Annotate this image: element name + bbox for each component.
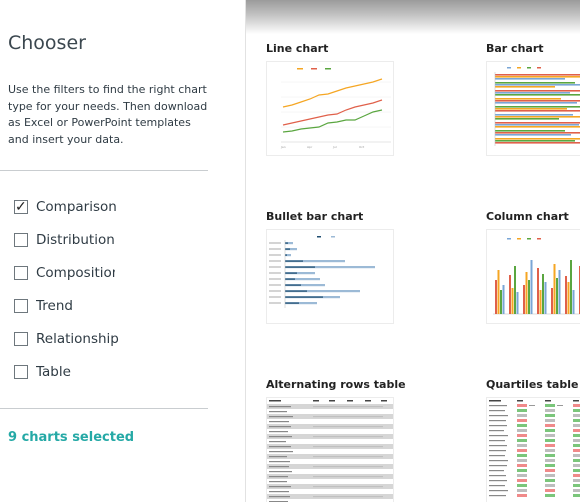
filter-list: ✓ Comparison Distribution Composition Tr…: [14, 190, 210, 388]
filter-table[interactable]: Table: [14, 355, 210, 388]
alternating-rows-table-thumbnail-icon[interactable]: [266, 397, 394, 502]
filter-composition[interactable]: Composition: [14, 256, 210, 289]
filter-label: Table: [36, 363, 71, 380]
bar-chart-thumbnail-icon[interactable]: [486, 61, 580, 156]
line-chart-thumbnail-icon[interactable]: Jan Apr Jul Oct: [266, 61, 394, 156]
svg-text:Apr: Apr: [307, 145, 313, 149]
card-title: Bar chart: [486, 42, 544, 55]
divider: [0, 170, 208, 171]
chooser-sidebar: Chooser Use the filters to find the righ…: [0, 0, 216, 502]
card-alternating-rows-table[interactable]: Alternating rows table: [266, 378, 406, 502]
card-bar-chart[interactable]: Bar chart: [486, 42, 580, 156]
page-title: Chooser: [8, 32, 86, 54]
card-title: Quartiles table: [486, 378, 579, 391]
comparison-checkbox[interactable]: ✓: [14, 197, 28, 214]
composition-checkbox[interactable]: [14, 265, 28, 280]
filter-label: Distribution: [36, 231, 115, 248]
filter-label: Comparison: [36, 198, 117, 215]
bullet-bar-chart-thumbnail-icon[interactable]: [266, 229, 394, 324]
chooser-description: Use the filters to find the right chart …: [8, 83, 208, 146]
divider: [0, 408, 208, 409]
card-quartiles-table[interactable]: Quartiles table: [486, 378, 580, 502]
table-checkbox[interactable]: [14, 364, 28, 379]
quartiles-table-thumbnail-icon[interactable]: [486, 397, 580, 502]
svg-text:Jan: Jan: [280, 145, 286, 149]
card-bullet-bar-chart[interactable]: Bullet bar chart: [266, 210, 394, 324]
card-column-chart[interactable]: Column chart: [486, 210, 580, 324]
card-title: Line chart: [266, 42, 329, 55]
filter-distribution[interactable]: Distribution: [14, 223, 210, 256]
card-line-chart[interactable]: Line chart Jan Apr Jul Oct: [266, 42, 394, 156]
card-title: Alternating rows table: [266, 378, 406, 391]
filter-label: Trend: [36, 297, 73, 314]
card-title: Bullet bar chart: [266, 210, 364, 223]
svg-text:Jul: Jul: [332, 145, 337, 149]
gallery-header-band: [246, 0, 580, 34]
relationship-checkbox[interactable]: [14, 331, 28, 346]
svg-text:Oct: Oct: [359, 145, 365, 149]
filter-label: Relationship: [36, 330, 119, 347]
filter-comparison[interactable]: ✓ Comparison: [14, 190, 210, 223]
trend-checkbox[interactable]: [14, 298, 28, 313]
column-chart-thumbnail-icon[interactable]: [486, 229, 580, 324]
filter-relationship[interactable]: Relationship: [14, 322, 210, 355]
distribution-checkbox[interactable]: [14, 232, 28, 247]
filter-label: Composition: [36, 264, 115, 281]
filter-trend[interactable]: Trend: [14, 289, 210, 322]
card-title: Column chart: [486, 210, 569, 223]
checkmark-icon: ✓: [15, 197, 27, 214]
chart-gallery: Line chart Jan Apr Jul Oct Bar chart Bul…: [245, 0, 580, 502]
selected-count: 9 charts selected: [8, 430, 135, 445]
